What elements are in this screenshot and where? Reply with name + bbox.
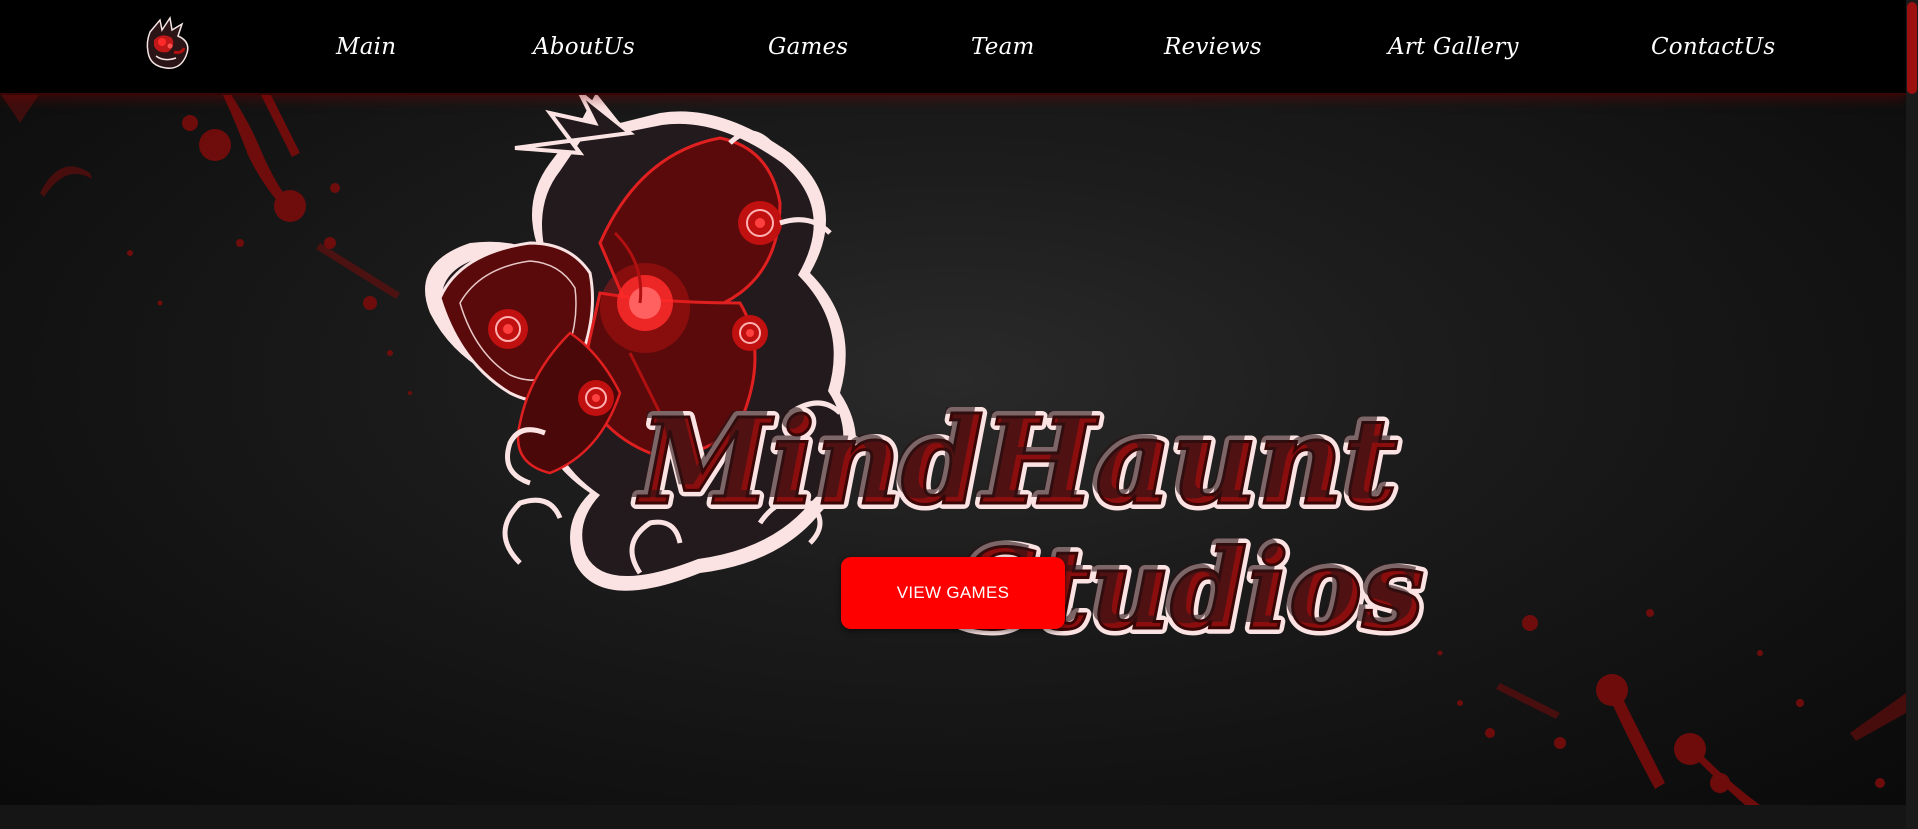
- vertical-scrollbar[interactable]: [1906, 0, 1918, 829]
- top-navbar: Main AboutUs Games Team Reviews Art Gall…: [0, 0, 1906, 95]
- nav-item-main[interactable]: Main: [336, 28, 396, 66]
- view-games-button[interactable]: VIEW GAMES: [841, 557, 1065, 629]
- nav-item-art-gallery[interactable]: Art Gallery: [1388, 28, 1519, 66]
- site-logo-icon[interactable]: [136, 12, 200, 76]
- hero-section: MindHaunt MindHaunt MindHaunt Studios St…: [0, 93, 1906, 805]
- page: Main AboutUs Games Team Reviews Art Gall…: [0, 0, 1918, 829]
- nav-item-games[interactable]: Games: [768, 28, 848, 66]
- svg-text:MindHaunt: MindHaunt: [630, 386, 1392, 525]
- nav-item-about-us[interactable]: AboutUs: [533, 28, 635, 66]
- nav-item-reviews[interactable]: Reviews: [1164, 28, 1262, 66]
- scrollbar-thumb[interactable]: [1907, 2, 1917, 94]
- nav-item-contact-us[interactable]: ContactUs: [1651, 28, 1775, 66]
- nav-item-team[interactable]: Team: [971, 28, 1035, 66]
- page-footer-edge: [0, 805, 1906, 829]
